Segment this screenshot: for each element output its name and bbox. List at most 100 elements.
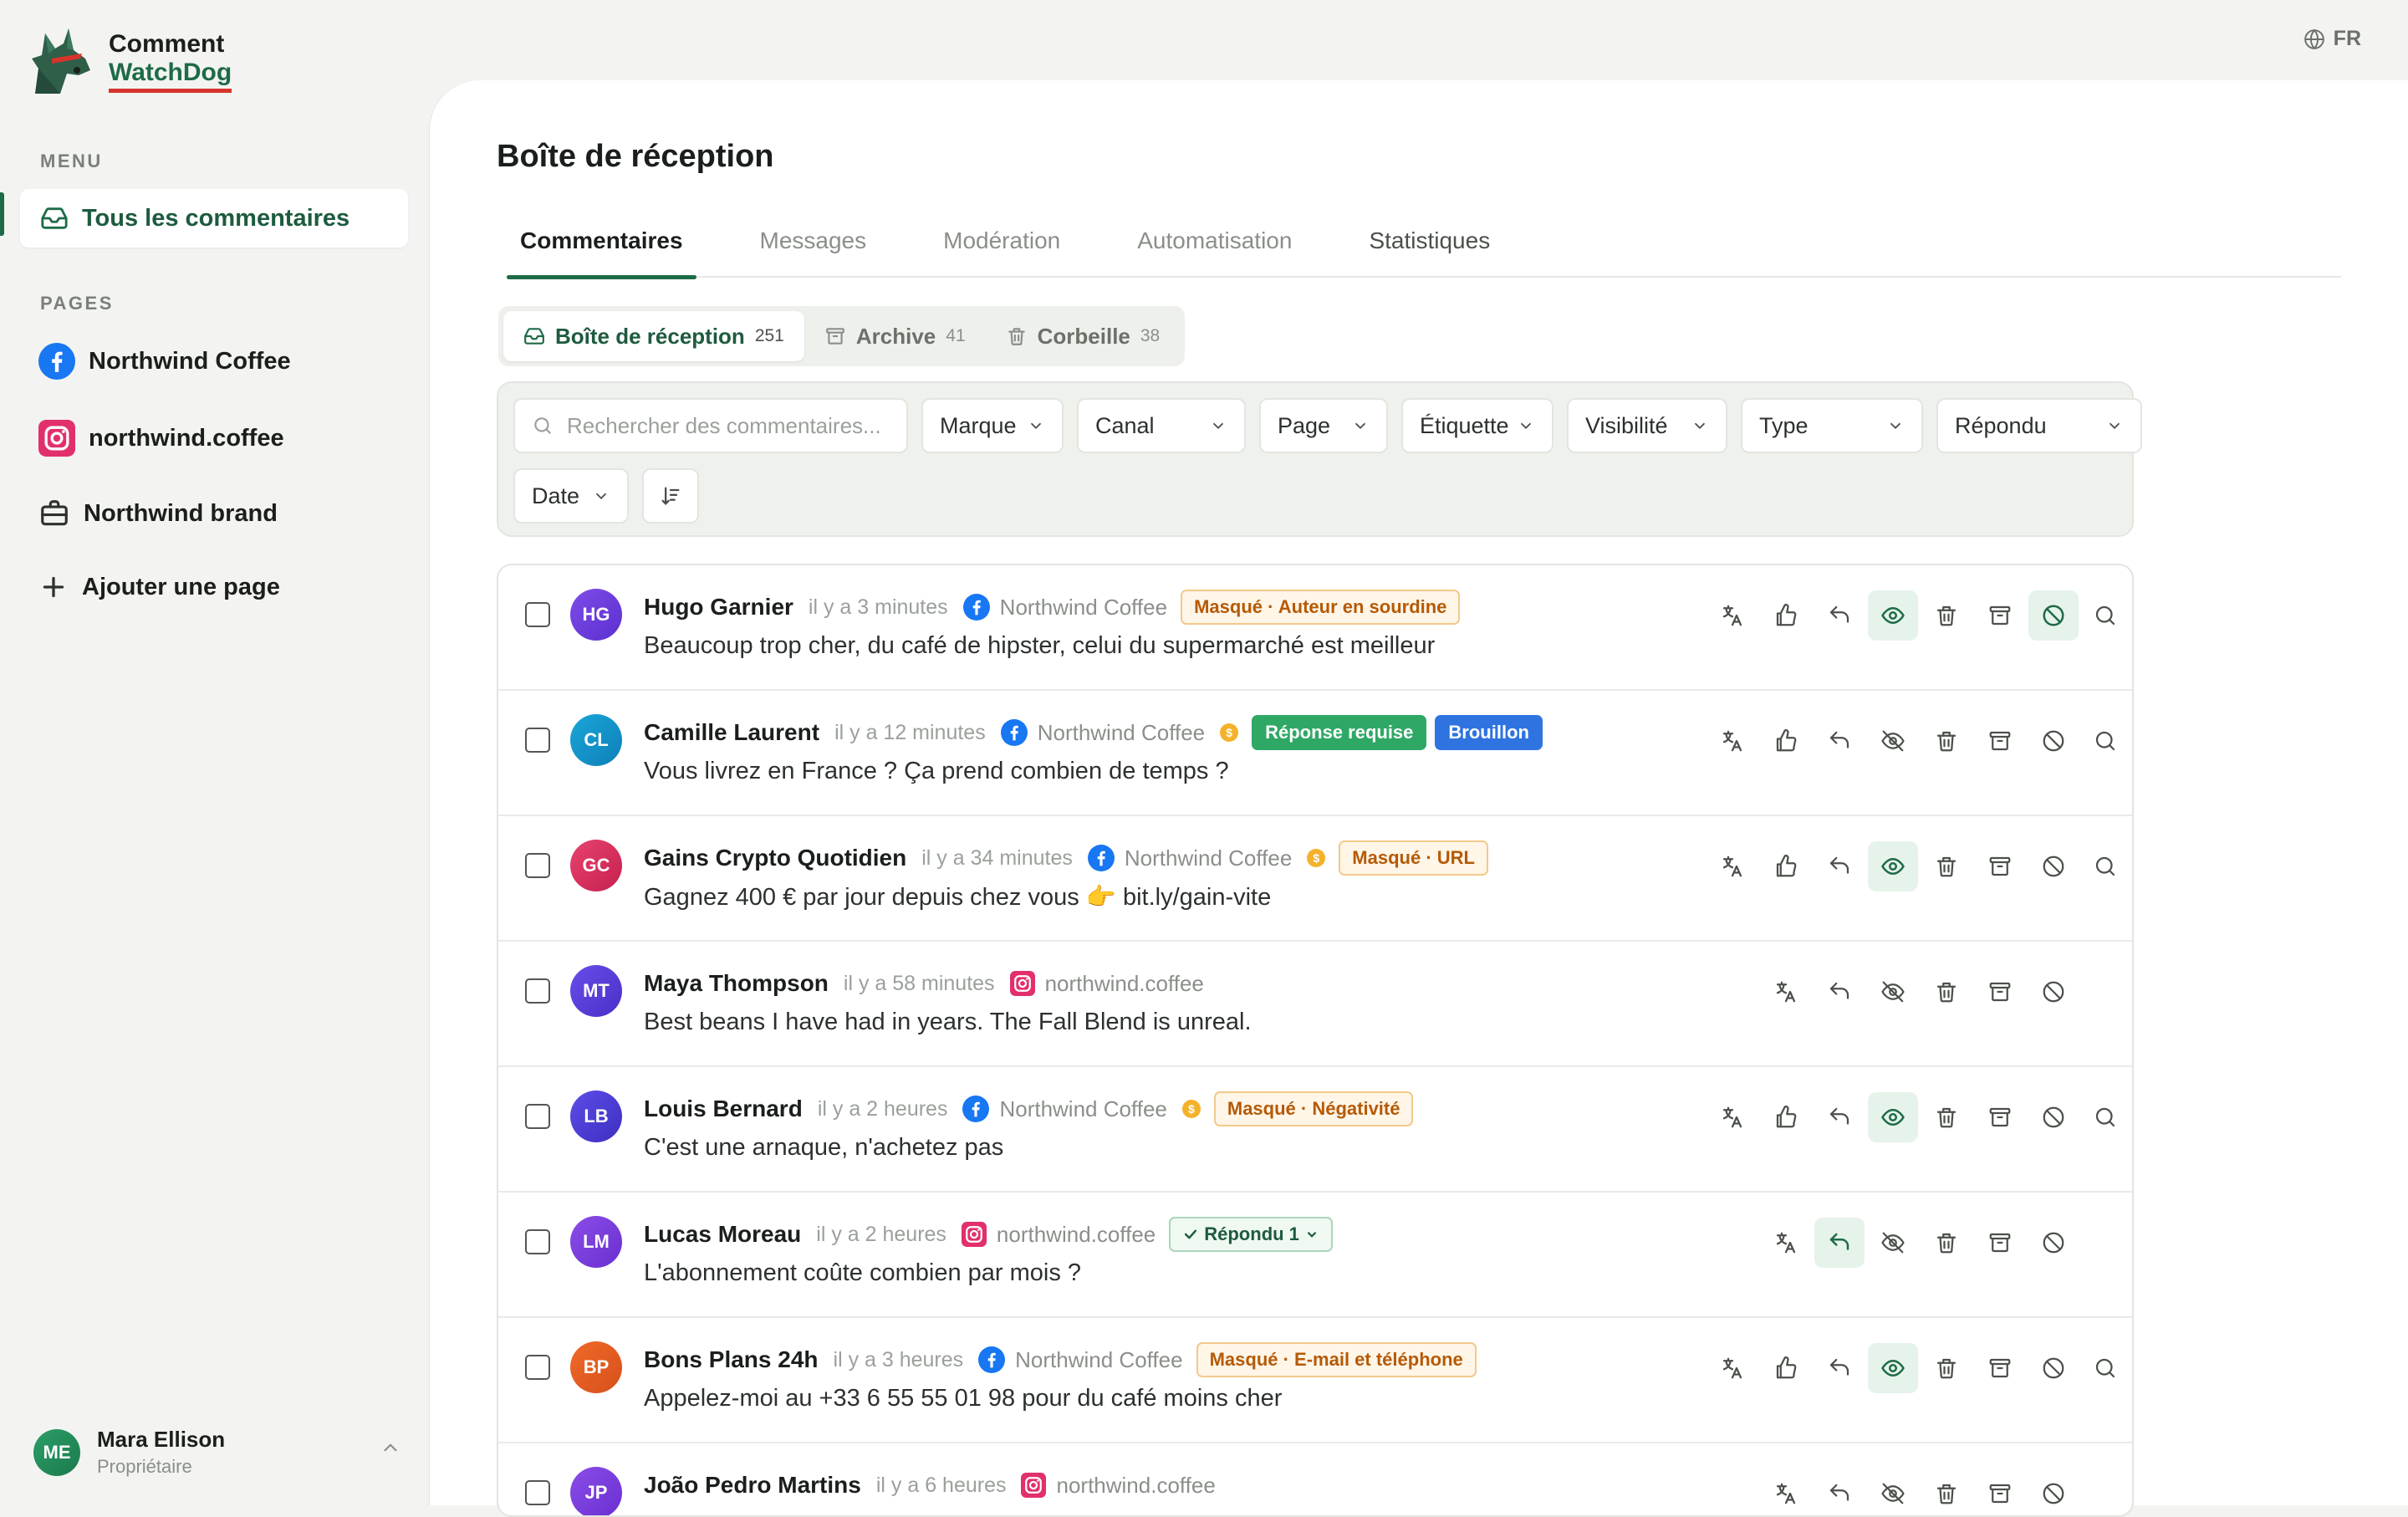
comment-row[interactable]: HG Hugo Garnier il y a 3 minutes Northwi… bbox=[498, 565, 2132, 691]
segment-trash[interactable]: Corbeille 38 bbox=[986, 311, 1181, 361]
translate-button[interactable] bbox=[1761, 1468, 1811, 1515]
filter-channel[interactable]: Canal bbox=[1077, 398, 1246, 453]
comment-row[interactable]: GC Gains Crypto Quotidien il y a 34 minu… bbox=[498, 816, 2132, 942]
reply-button[interactable] bbox=[1814, 1218, 1865, 1268]
row-checkbox[interactable] bbox=[525, 728, 550, 753]
delete-button[interactable] bbox=[1921, 1092, 1972, 1142]
like-button[interactable] bbox=[1761, 590, 1811, 641]
tab-statistics[interactable]: Statistiques bbox=[1355, 221, 1503, 278]
draft-badge[interactable]: Brouillon bbox=[1435, 715, 1543, 750]
author-name[interactable]: João Pedro Martins bbox=[644, 1472, 861, 1499]
reply-button[interactable] bbox=[1814, 967, 1865, 1017]
inspect-button[interactable] bbox=[2079, 716, 2132, 766]
reply-button[interactable] bbox=[1814, 1468, 1865, 1515]
filter-tag[interactable]: Étiquette bbox=[1401, 398, 1553, 453]
row-checkbox[interactable] bbox=[525, 1355, 550, 1380]
comment-row[interactable]: BP Bons Plans 24h il y a 3 heures Northw… bbox=[498, 1318, 2132, 1443]
row-checkbox[interactable] bbox=[525, 1480, 550, 1505]
filter-replied[interactable]: Répondu bbox=[1936, 398, 2142, 453]
row-checkbox[interactable] bbox=[525, 602, 550, 627]
sidebar-page-northwind-brand[interactable]: Northwind brand bbox=[38, 493, 278, 534]
sidebar-page-northwind-coffee[interactable]: Northwind Coffee bbox=[38, 341, 291, 381]
replied-badge[interactable]: Répondu 1 bbox=[1169, 1217, 1333, 1252]
language-switcher[interactable]: FR bbox=[2303, 27, 2361, 51]
inspect-button[interactable] bbox=[2079, 1092, 2132, 1142]
author-name[interactable]: Camille Laurent bbox=[644, 719, 819, 746]
translate-button[interactable] bbox=[1707, 1343, 1758, 1393]
unhide-button[interactable] bbox=[1868, 1092, 1918, 1142]
block-author-button[interactable] bbox=[2028, 841, 2079, 891]
comment-row[interactable]: LM Lucas Moreau il y a 2 heures northwin… bbox=[498, 1193, 2132, 1318]
unhide-button[interactable] bbox=[1868, 1343, 1918, 1393]
archive-button[interactable] bbox=[1975, 1468, 2025, 1515]
row-checkbox[interactable] bbox=[525, 1229, 550, 1254]
archive-button[interactable] bbox=[1975, 1092, 2025, 1142]
translate-button[interactable] bbox=[1707, 716, 1758, 766]
sidebar-page-northwind-instagram[interactable]: northwind.coffee bbox=[38, 418, 284, 458]
author-name[interactable]: Gains Crypto Quotidien bbox=[644, 845, 906, 871]
reply-button[interactable] bbox=[1814, 1092, 1865, 1142]
row-checkbox[interactable] bbox=[525, 978, 550, 1004]
tab-automation[interactable]: Automatisation bbox=[1124, 221, 1305, 278]
author-name[interactable]: Louis Bernard bbox=[644, 1096, 803, 1122]
filter-type[interactable]: Type bbox=[1741, 398, 1923, 453]
segment-archive[interactable]: Archive 41 bbox=[804, 311, 986, 361]
archive-button[interactable] bbox=[1975, 590, 2025, 641]
tab-messages[interactable]: Messages bbox=[747, 221, 880, 278]
archive-button[interactable] bbox=[1975, 841, 2025, 891]
delete-button[interactable] bbox=[1921, 1343, 1972, 1393]
author-name[interactable]: Bons Plans 24h bbox=[644, 1346, 819, 1373]
row-checkbox[interactable] bbox=[525, 853, 550, 878]
filter-brand[interactable]: Marque bbox=[921, 398, 1064, 453]
hide-button[interactable] bbox=[1868, 1468, 1918, 1515]
delete-button[interactable] bbox=[1921, 590, 1972, 641]
delete-button[interactable] bbox=[1921, 967, 1972, 1017]
row-checkbox[interactable] bbox=[525, 1104, 550, 1129]
tab-moderation[interactable]: Modération bbox=[930, 221, 1074, 278]
reply-button[interactable] bbox=[1814, 841, 1865, 891]
block-author-button[interactable] bbox=[2028, 1218, 2079, 1268]
author-name[interactable]: Maya Thompson bbox=[644, 970, 829, 997]
translate-button[interactable] bbox=[1707, 1092, 1758, 1142]
comment-row[interactable]: MT Maya Thompson il y a 58 minutes north… bbox=[498, 942, 2132, 1067]
archive-button[interactable] bbox=[1975, 1343, 2025, 1393]
inspect-button[interactable] bbox=[2079, 1343, 2132, 1393]
delete-button[interactable] bbox=[1921, 716, 1972, 766]
delete-button[interactable] bbox=[1921, 1468, 1972, 1515]
block-author-button[interactable] bbox=[2028, 1343, 2079, 1393]
author-name[interactable]: Hugo Garnier bbox=[644, 594, 793, 621]
inspect-button[interactable] bbox=[2079, 841, 2132, 891]
author-name[interactable]: Lucas Moreau bbox=[644, 1221, 801, 1248]
block-author-button[interactable] bbox=[2028, 967, 2079, 1017]
translate-button[interactable] bbox=[1707, 590, 1758, 641]
add-page-button[interactable]: Ajouter une page bbox=[38, 567, 280, 607]
sidebar-item-all-comments[interactable]: Tous les commentaires bbox=[20, 189, 408, 248]
search-input[interactable] bbox=[567, 412, 893, 439]
like-button[interactable] bbox=[1761, 1343, 1811, 1393]
translate-button[interactable] bbox=[1707, 841, 1758, 891]
brand-logo-link[interactable]: Comment WatchDog bbox=[27, 25, 232, 97]
filter-visibility[interactable]: Visibilité bbox=[1567, 398, 1727, 453]
unhide-button[interactable] bbox=[1868, 841, 1918, 891]
sort-button[interactable] bbox=[642, 468, 699, 524]
search-box[interactable] bbox=[513, 398, 908, 453]
like-button[interactable] bbox=[1761, 841, 1811, 891]
like-button[interactable] bbox=[1761, 1092, 1811, 1142]
reply-button[interactable] bbox=[1814, 590, 1865, 641]
hide-button[interactable] bbox=[1868, 967, 1918, 1017]
inspect-button[interactable] bbox=[2079, 590, 2132, 641]
filter-date[interactable]: Date bbox=[513, 468, 629, 524]
reply-button[interactable] bbox=[1814, 716, 1865, 766]
segment-inbox[interactable]: Boîte de réception 251 bbox=[503, 311, 804, 361]
hide-button[interactable] bbox=[1868, 1218, 1918, 1268]
unhide-button[interactable] bbox=[1868, 590, 1918, 641]
like-button[interactable] bbox=[1761, 716, 1811, 766]
tab-comments[interactable]: Commentaires bbox=[507, 221, 696, 279]
comment-row[interactable]: JP João Pedro Martins il y a 6 heures no… bbox=[498, 1443, 2132, 1515]
delete-button[interactable] bbox=[1921, 841, 1972, 891]
archive-button[interactable] bbox=[1975, 967, 2025, 1017]
translate-button[interactable] bbox=[1761, 967, 1811, 1017]
hide-button[interactable] bbox=[1868, 716, 1918, 766]
delete-button[interactable] bbox=[1921, 1218, 1972, 1268]
block-author-button[interactable] bbox=[2028, 1468, 2079, 1515]
